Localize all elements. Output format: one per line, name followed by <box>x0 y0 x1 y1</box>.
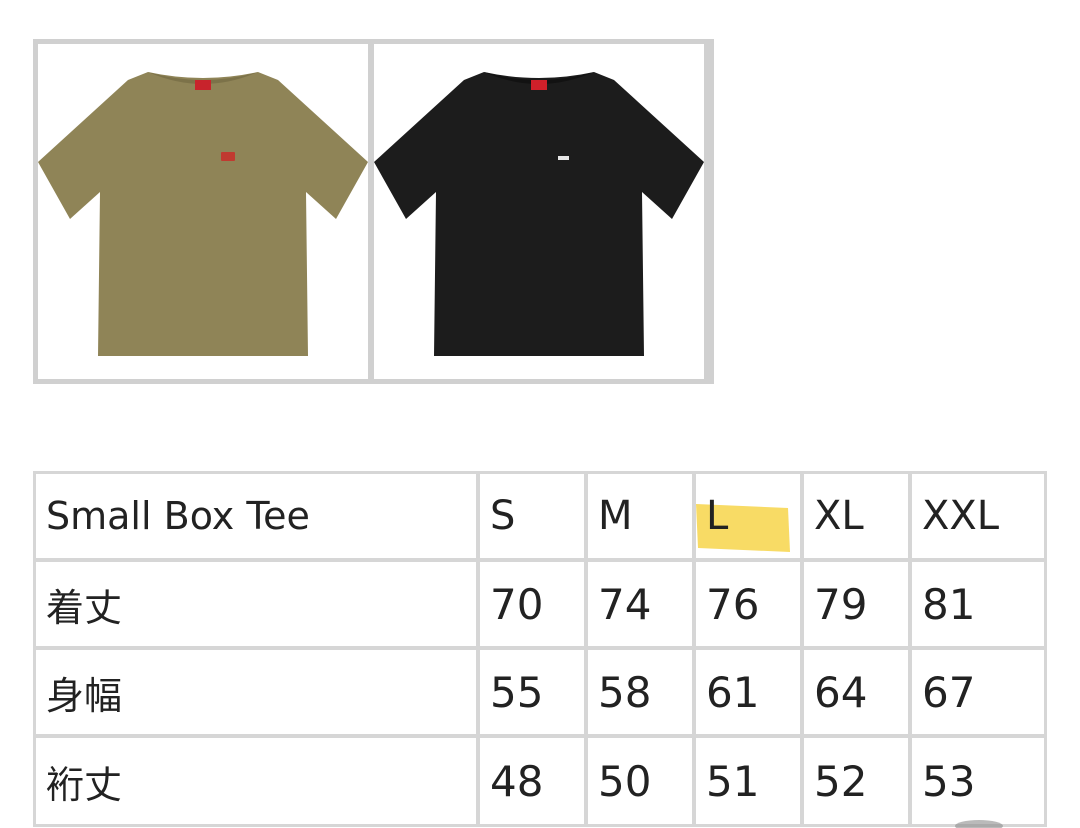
size-label: XXL <box>922 493 1000 539</box>
cell-value: 50 <box>598 756 652 806</box>
table-cell: 81 <box>912 562 1044 646</box>
row-label-length: 着丈 <box>36 562 476 646</box>
table-title: Small Box Tee <box>36 474 476 558</box>
table-cell: 79 <box>804 562 908 646</box>
size-chart-table: Small Box Tee S M L XL XXL 着丈 70 74 76 7… <box>33 471 1047 827</box>
table-cell: 52 <box>804 738 908 824</box>
row-label-text: 着丈 <box>46 585 123 630</box>
product-gallery <box>33 39 714 384</box>
neck-label <box>531 80 547 90</box>
size-label: L <box>706 493 729 539</box>
size-header-xxl: XXL <box>912 474 1044 558</box>
product-image-khaki[interactable] <box>38 44 368 379</box>
row-label-sleeve: 裄丈 <box>36 738 476 824</box>
cell-value: 55 <box>490 667 544 717</box>
table-cell: 55 <box>480 650 584 734</box>
table-cell: 70 <box>480 562 584 646</box>
cell-value: 58 <box>598 667 652 717</box>
size-header-s: S <box>480 474 584 558</box>
table-cell: 50 <box>588 738 692 824</box>
row-label-text: 裄丈 <box>46 762 123 807</box>
tee-body <box>38 72 368 356</box>
product-image-black[interactable] <box>374 44 704 379</box>
khaki-tee-illustration <box>38 72 368 356</box>
cell-value: 61 <box>706 667 760 717</box>
chest-logo <box>558 156 569 160</box>
cell-value: 67 <box>922 667 976 717</box>
cell-value: 74 <box>598 579 652 629</box>
table-cell: 58 <box>588 650 692 734</box>
black-tee-illustration <box>374 72 704 356</box>
table-cell: 76 <box>696 562 800 646</box>
bottom-edge-artifact <box>955 820 1003 828</box>
table-cell: 48 <box>480 738 584 824</box>
cell-value: 53 <box>922 756 976 806</box>
tee-body <box>374 72 704 356</box>
size-header-m: M <box>588 474 692 558</box>
chest-logo <box>221 152 235 161</box>
table-cell: 67 <box>912 650 1044 734</box>
cell-value: 81 <box>922 579 976 629</box>
size-label: S <box>490 493 516 539</box>
cell-value: 70 <box>490 579 544 629</box>
cell-value: 64 <box>814 667 868 717</box>
table-cell: 53 <box>912 738 1044 824</box>
table-cell: 74 <box>588 562 692 646</box>
row-label-text: 身幅 <box>46 673 123 718</box>
cell-value: 48 <box>490 756 544 806</box>
table-title-text: Small Box Tee <box>46 494 310 538</box>
table-cell: 64 <box>804 650 908 734</box>
cell-value: 76 <box>706 579 760 629</box>
size-header-xl: XL <box>804 474 908 558</box>
row-label-width: 身幅 <box>36 650 476 734</box>
table-cell: 51 <box>696 738 800 824</box>
size-label: M <box>598 493 633 539</box>
page: Small Box Tee S M L XL XXL 着丈 70 74 76 7… <box>0 0 1080 828</box>
cell-value: 51 <box>706 756 760 806</box>
size-label: XL <box>814 493 864 539</box>
size-header-l: L <box>696 474 800 558</box>
cell-value: 52 <box>814 756 868 806</box>
neck-label <box>195 80 211 90</box>
cell-value: 79 <box>814 579 868 629</box>
table-cell: 61 <box>696 650 800 734</box>
